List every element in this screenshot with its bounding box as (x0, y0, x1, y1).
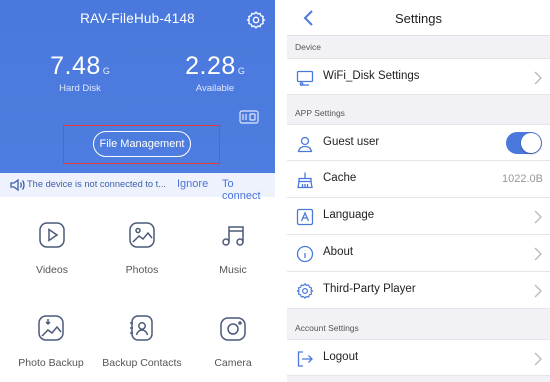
device-name: RAV-FileHub-4148 (80, 11, 195, 26)
section-device: Device (295, 42, 321, 52)
hard-disk-value: 7.48 (50, 52, 101, 80)
hard-disk-unit: G (102, 66, 110, 76)
row-language[interactable]: Language (287, 198, 550, 235)
notice-text: The device is not connected to t... (27, 179, 167, 189)
speaker-icon (10, 178, 25, 192)
gear-icon[interactable] (246, 10, 266, 30)
camera-icon (220, 317, 246, 341)
row-logout-label: Logout (323, 351, 359, 363)
tile-photo-backup[interactable]: Photo Backup (18, 311, 84, 369)
section-account-settings: Account Settings (295, 323, 359, 333)
tile-music[interactable]: Music (187, 218, 279, 276)
row-guest-user-label: Guest user (323, 136, 380, 148)
available-stat: 2.28 G Available (160, 52, 270, 94)
row-guest-user: Guest user (287, 124, 550, 161)
row-about-label: About (323, 246, 354, 258)
video-play-icon (39, 222, 65, 248)
available-value: 2.28 (185, 52, 236, 80)
chevron-right-icon (534, 210, 542, 224)
row-wifi-disk-settings[interactable]: WiFi_Disk Settings (287, 58, 550, 95)
row-third-party-player[interactable]: Third-Party Player (287, 272, 550, 309)
cache-size-value: 1022.0B (502, 173, 543, 185)
to-connect-link[interactable]: To connect (222, 178, 275, 202)
toggle-knob (521, 133, 541, 153)
row-about[interactable]: About (287, 235, 550, 272)
logout-icon (297, 351, 313, 367)
broom-icon (297, 172, 313, 189)
tile-backup-contacts[interactable]: Backup Contacts (96, 311, 188, 369)
row-language-label: Language (323, 209, 375, 221)
row-cache-label: Cache (323, 172, 357, 184)
ignore-link[interactable]: Ignore (177, 178, 208, 190)
row-wifi-disk-label: WiFi_Disk Settings (323, 70, 420, 82)
sd-card-icon[interactable] (239, 110, 259, 124)
row-cache[interactable]: Cache 1022.0B (287, 161, 550, 198)
contacts-icon (130, 315, 153, 341)
user-icon (297, 136, 313, 153)
row-third-party-label: Third-Party Player (323, 283, 416, 295)
guest-user-toggle[interactable] (506, 132, 542, 154)
filehub-home-screen: RAV-FileHub-4148 7.48 G Hard Disk 2.28 G A… (0, 0, 275, 382)
chevron-right-icon (534, 352, 542, 366)
available-label: Available (195, 83, 235, 94)
tile-music-label: Music (219, 264, 247, 276)
file-management-button[interactable]: File Management (93, 131, 191, 157)
tile-photos-label: Photos (125, 264, 159, 276)
tile-camera-label: Camera (214, 357, 252, 369)
photo-backup-icon (38, 315, 64, 341)
available-unit: G (237, 66, 245, 76)
chevron-right-icon (534, 284, 542, 298)
panel-divider (275, 0, 287, 382)
section-app-settings: APP Settings (295, 108, 345, 118)
language-icon (296, 208, 314, 226)
chevron-right-icon (534, 71, 542, 85)
row-logout[interactable]: Logout (287, 339, 550, 376)
hard-disk-stat: 7.48 G Hard Disk (25, 52, 135, 94)
wifi-disk-icon (296, 70, 314, 86)
tile-camera[interactable]: Camera (187, 311, 279, 369)
settings-nav-bar: Settings (287, 0, 550, 36)
hard-disk-label: Hard Disk (59, 83, 101, 94)
settings-screen: Settings Device WiFi_Disk Settings APP S… (287, 0, 550, 382)
tile-videos[interactable]: Videos (6, 218, 98, 276)
tile-photos[interactable]: Photos (96, 218, 188, 276)
info-icon (296, 245, 314, 263)
chevron-right-icon (534, 247, 542, 261)
music-note-icon (222, 226, 244, 246)
page-title: Settings (395, 11, 442, 26)
tile-videos-label: Videos (36, 264, 68, 276)
tile-backup-contacts-label: Backup Contacts (102, 357, 182, 369)
photo-icon (129, 222, 155, 248)
connection-notice-bar: The device is not connected to t... Igno… (0, 173, 275, 202)
gear-icon (296, 282, 314, 300)
